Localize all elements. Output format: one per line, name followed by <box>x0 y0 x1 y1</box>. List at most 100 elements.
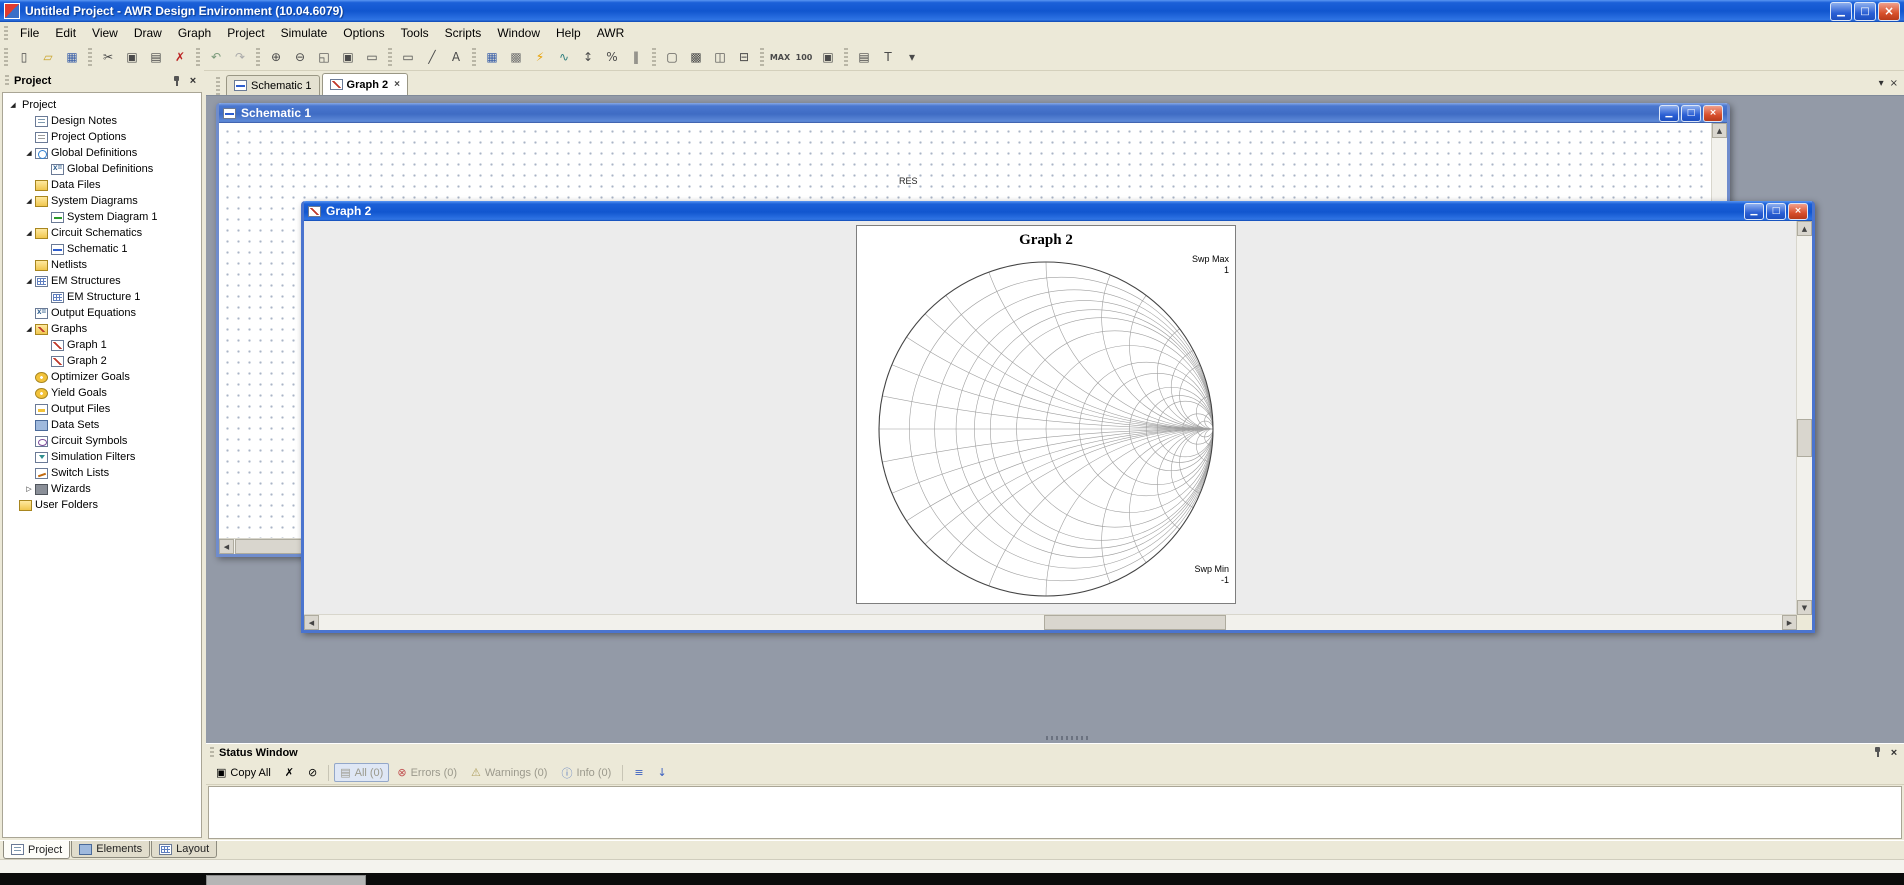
menu-draw[interactable]: Draw <box>126 23 170 43</box>
scroll-left-icon[interactable]: ◀ <box>304 615 319 630</box>
tree-expander-icon[interactable]: ◢ <box>23 277 35 285</box>
text-tool-button[interactable]: T <box>876 46 900 68</box>
tree-item-project[interactable]: ◢ Project <box>3 97 201 113</box>
scroll-down-icon[interactable]: ▼ <box>1797 600 1812 615</box>
tree-item-wizards[interactable]: ▷ Wizards <box>3 481 201 497</box>
tree-item-switch-lists[interactable]: Switch Lists <box>3 465 201 481</box>
schematic-close-button[interactable]: × <box>1703 104 1723 122</box>
menu-project[interactable]: Project <box>219 23 272 43</box>
path-tool-button[interactable]: ╱ <box>420 46 444 68</box>
graph-maximize-button[interactable]: □ <box>1766 202 1786 220</box>
rect-tool-button[interactable]: ▭ <box>396 46 420 68</box>
taskbar-button[interactable] <box>206 875 366 885</box>
tree-item-user-folders[interactable]: User Folders <box>3 497 201 513</box>
simulate-button[interactable]: ⚡ <box>528 46 552 68</box>
menu-edit[interactable]: Edit <box>47 23 84 43</box>
graph-minimize-button[interactable]: ▁ <box>1744 202 1764 220</box>
filter-warnings-button[interactable]: ⚠ Warnings (0) <box>465 763 553 782</box>
scroll-up-icon[interactable]: ▲ <box>1797 221 1812 236</box>
tab-close-icon[interactable]: × <box>1890 78 1898 89</box>
tree-expander-icon[interactable]: ◢ <box>23 197 35 205</box>
pin-icon[interactable] <box>1872 747 1883 758</box>
open-button[interactable]: ▱ <box>36 46 60 68</box>
em-grid-button[interactable]: ▩ <box>504 46 528 68</box>
new-window-button[interactable]: ▢ <box>660 46 684 68</box>
tree-item-project-options[interactable]: Project Options <box>3 129 201 145</box>
dock-tab-elements[interactable]: Elements <box>71 841 151 858</box>
menu-tools[interactable]: Tools <box>393 23 437 43</box>
graph-horizontal-scrollbar[interactable]: ◀ ▶ <box>304 614 1797 630</box>
tree-item-simulation-filters[interactable]: Simulation Filters <box>3 449 201 465</box>
panel-close-icon[interactable]: × <box>187 75 199 87</box>
menu-window[interactable]: Window <box>489 23 548 43</box>
tree-item-data-files[interactable]: Data Files <box>3 177 201 193</box>
minimize-button[interactable]: ▁ <box>1830 1 1852 21</box>
numbered-list-button[interactable]: ≡ <box>628 763 649 782</box>
graph-window[interactable]: Graph 2 ▁ □ × Graph 2 Swp Max 1 Swp Min <box>301 201 1815 633</box>
tab-close-icon[interactable]: × <box>394 79 400 90</box>
pause-button[interactable]: ‖ <box>624 46 648 68</box>
new-button[interactable]: ▯ <box>12 46 36 68</box>
zoom-out-button[interactable]: ⊖ <box>288 46 312 68</box>
tree-item-system-diagram-1[interactable]: System Diagram 1 <box>3 209 201 225</box>
menu-awr[interactable]: AWR <box>589 23 633 43</box>
tile-horizontal-button[interactable]: ⊟ <box>732 46 756 68</box>
schematic-window-titlebar[interactable]: Schematic 1 ▁ □ × <box>219 103 1727 123</box>
tree-item-graphs[interactable]: ◢ Graphs <box>3 321 201 337</box>
tree-item-schematic-1[interactable]: Schematic 1 <box>3 241 201 257</box>
scroll-thumb[interactable] <box>1044 615 1226 630</box>
tile-vertical-button[interactable]: ◫ <box>708 46 732 68</box>
paste-button[interactable]: ▤ <box>144 46 168 68</box>
tree-item-graph-1[interactable]: Graph 1 <box>3 337 201 353</box>
tree-item-output-equations[interactable]: Output Equations <box>3 305 201 321</box>
analyze-button[interactable]: ∿ <box>552 46 576 68</box>
tree-item-netlists[interactable]: Netlists <box>3 257 201 273</box>
menu-view[interactable]: View <box>84 23 126 43</box>
tree-item-circuit-symbols[interactable]: Circuit Symbols <box>3 433 201 449</box>
menu-simulate[interactable]: Simulate <box>273 23 336 43</box>
optimize-button[interactable]: % <box>600 46 624 68</box>
zoom-area-button[interactable]: ◱ <box>312 46 336 68</box>
graph-canvas[interactable]: Graph 2 Swp Max 1 Swp Min -1 ▲ ▼ ◀ ▶ <box>304 221 1812 630</box>
dock-tab-layout[interactable]: Layout <box>151 841 218 858</box>
graph-window-titlebar[interactable]: Graph 2 ▁ □ × <box>304 201 1812 221</box>
max-view-button[interactable]: MAX <box>768 46 792 68</box>
schematic-minimize-button[interactable]: ▁ <box>1659 104 1679 122</box>
menu-scripts[interactable]: Scripts <box>437 23 490 43</box>
filter-all-button[interactable]: ▤ All (0) <box>334 763 390 782</box>
undo-button[interactable]: ↶ <box>204 46 228 68</box>
graph-close-button[interactable]: × <box>1788 202 1808 220</box>
tab-graph-2[interactable]: Graph 2 × <box>321 73 408 95</box>
scroll-right-icon[interactable]: ▶ <box>1782 615 1797 630</box>
scroll-thumb[interactable] <box>1797 419 1812 457</box>
tree-item-system-diagrams[interactable]: ◢ System Diagrams <box>3 193 201 209</box>
graph-vertical-scrollbar[interactable]: ▲ ▼ <box>1796 221 1812 615</box>
menu-help[interactable]: Help <box>548 23 589 43</box>
tune-button[interactable]: ↕ <box>576 46 600 68</box>
tree-item-global-definitions[interactable]: ◢ Global Definitions <box>3 145 201 161</box>
zoom-fit-button[interactable]: ▣ <box>336 46 360 68</box>
tree-item-global-definitions[interactable]: Global Definitions <box>3 161 201 177</box>
cut-button[interactable]: ✂ <box>96 46 120 68</box>
save-button[interactable]: ▦ <box>60 46 84 68</box>
tree-expander-icon[interactable]: ◢ <box>23 149 35 157</box>
delete-all-button[interactable]: ⊘ <box>302 763 323 782</box>
tab-scroll-chevron-icon[interactable]: ▾ <box>1879 78 1884 89</box>
tree-item-circuit-schematics[interactable]: ◢ Circuit Schematics <box>3 225 201 241</box>
menu-file[interactable]: File <box>12 23 47 43</box>
delete-selected-button[interactable]: ✗ <box>279 763 300 782</box>
schematic-maximize-button[interactable]: □ <box>1681 104 1701 122</box>
pin-icon[interactable] <box>171 75 182 87</box>
cascade-windows-button[interactable]: ▩ <box>684 46 708 68</box>
redo-button[interactable]: ↷ <box>228 46 252 68</box>
tree-item-data-sets[interactable]: Data Sets <box>3 417 201 433</box>
more-tools-dropdown[interactable]: ▾ <box>900 46 924 68</box>
annotation-tool-button[interactable]: A <box>444 46 468 68</box>
filter-info-button[interactable]: ⓘ Info (0) <box>555 762 617 784</box>
tree-item-yield-goals[interactable]: Yield Goals <box>3 385 201 401</box>
copy-button[interactable]: ▣ <box>120 46 144 68</box>
tree-expander-icon[interactable]: ▷ <box>23 485 35 493</box>
filter-errors-button[interactable]: ⊗ Errors (0) <box>391 763 463 782</box>
tree-item-design-notes[interactable]: Design Notes <box>3 113 201 129</box>
dock-tab-project[interactable]: Project <box>3 841 71 859</box>
